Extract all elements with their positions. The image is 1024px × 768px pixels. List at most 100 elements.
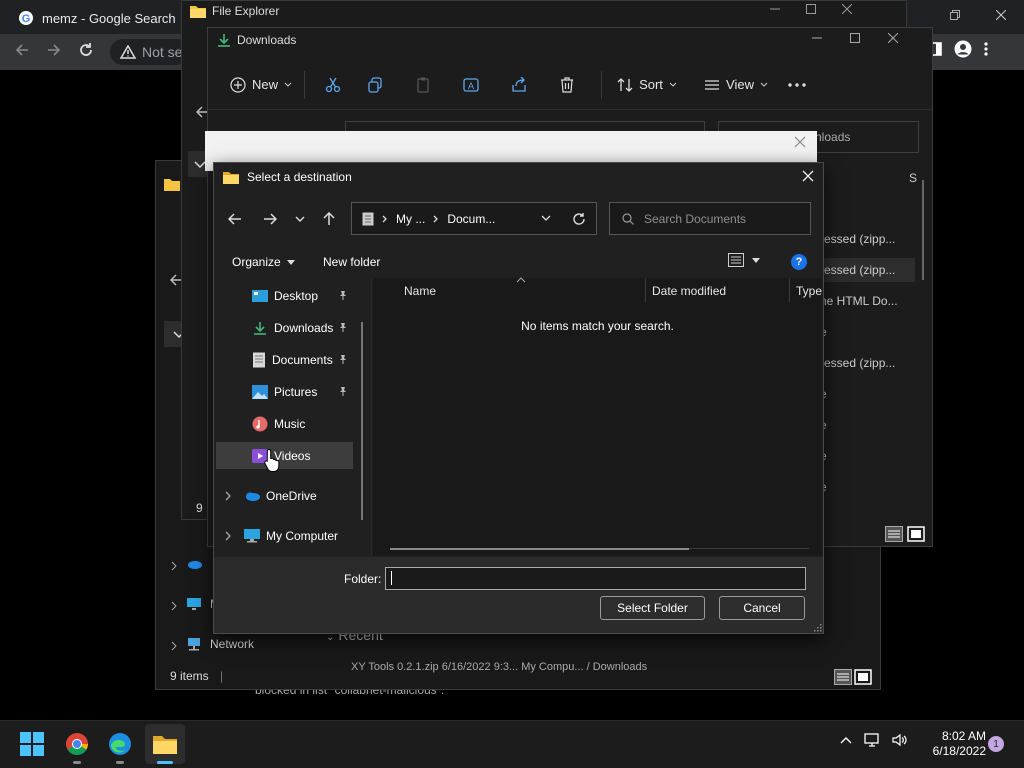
tiles-view-icon[interactable] [854,669,872,685]
column-divider[interactable] [789,278,790,302]
breadcrumb-separator-icon [433,215,439,223]
taskbar-chrome[interactable] [57,724,97,764]
share-icon[interactable] [495,67,543,103]
resize-grip-icon[interactable] [812,622,822,632]
column-divider[interactable] [645,278,646,302]
column-header-name[interactable]: Name [404,284,436,298]
nav-item-downloads[interactable]: Downloads [252,315,362,341]
nav-item-documents[interactable]: Documents [252,347,362,373]
pin-icon[interactable] [338,322,348,332]
plus-circle-icon [230,76,246,93]
chevron-right-icon[interactable] [224,491,232,501]
column-header-type[interactable]: Type [796,284,822,298]
file-row[interactable]: ressed (zipp... [820,356,895,370]
chevron-up-icon[interactable] [840,736,852,744]
column-header-size[interactable]: S [909,171,917,185]
chrome-omnibox[interactable]: Not se [110,39,190,65]
nav-item-music[interactable]: Music [252,411,362,437]
back-arrow-icon[interactable] [14,42,30,58]
scrollbar[interactable] [922,180,924,280]
taskbar-file-explorer[interactable] [145,724,185,764]
restore-icon[interactable] [932,0,978,30]
taskbar-edge[interactable] [100,724,140,764]
file-row[interactable]: ressed (zipp... [820,232,895,246]
refresh-icon[interactable] [572,212,586,226]
copy-icon[interactable] [351,67,399,103]
profile-icon[interactable] [954,40,972,58]
cancel-button[interactable]: Cancel [719,596,805,620]
file-row[interactable]: ne HTML Do... [820,294,898,308]
select-folder-button[interactable]: Select Folder [600,596,705,620]
downloads-window-controls [812,33,898,43]
details-view-icon [728,253,744,267]
volume-icon[interactable] [892,733,908,747]
pin-icon[interactable] [338,290,348,300]
search-documents-input[interactable]: Search Documents [609,202,811,235]
network-icon[interactable] [864,733,880,747]
nav-scrollbar[interactable] [361,322,363,520]
close-icon[interactable] [888,33,898,43]
kebab-menu-icon[interactable] [984,41,988,57]
help-icon[interactable]: ? [791,254,807,270]
forward-arrow-icon[interactable] [258,207,282,231]
chrome-tab[interactable]: G memz - Google Search [8,2,183,34]
notification-badge[interactable]: 1 [988,736,1004,752]
paste-icon[interactable] [399,67,447,103]
nav-item-desktop[interactable]: Desktop [252,283,362,309]
nav-item-onedrive[interactable]: OneDrive [244,483,354,509]
maximize-icon[interactable] [850,33,860,43]
taskbar-clock[interactable]: 8:02 AM 6/18/2022 [920,729,986,759]
delete-icon[interactable] [543,67,591,103]
breadcrumb-segment[interactable]: Docum... [447,212,495,226]
sort-button[interactable]: Sort [612,67,682,103]
start-button[interactable] [12,724,52,764]
back-arrow-icon[interactable] [223,207,247,231]
address-history-chevron-icon[interactable] [541,215,551,223]
horizontal-scrollbar[interactable] [390,548,689,550]
horizontal-scrollbar-track [689,548,809,549]
download-icon [217,33,231,47]
more-options-icon[interactable] [772,67,822,103]
close-icon[interactable] [842,4,852,14]
view-toggle[interactable] [884,524,926,544]
chevron-right-icon[interactable] [170,561,178,571]
sidebar-item-network[interactable]: Network [186,637,254,651]
dialog-address-bar[interactable]: My ... Docum... [351,202,597,235]
breadcrumb-segment[interactable]: My ... [396,212,425,226]
recent-file-row[interactable]: XY Tools 0.2.1.zip 6/16/2022 9:3... My C… [351,661,647,673]
recent-locations-chevron-icon[interactable] [288,207,312,231]
chrome-icon [65,732,89,756]
forward-arrow-icon[interactable] [46,42,62,58]
chevron-right-icon[interactable] [170,601,178,611]
nav-item-pictures[interactable]: Pictures [252,379,362,405]
nav-item-my-computer[interactable]: My Computer [244,523,364,549]
up-arrow-icon[interactable] [317,207,341,231]
tiles-view-icon[interactable] [906,524,926,544]
pin-icon[interactable] [338,386,348,396]
empty-state-message: No items match your search. [521,319,674,333]
new-folder-button[interactable]: New folder [323,255,380,269]
close-icon[interactable] [798,166,818,186]
details-view-icon[interactable] [834,669,852,685]
chevron-right-icon[interactable] [170,641,178,651]
search-placeholder: Search Documents [644,211,747,226]
close-icon[interactable] [978,0,1024,30]
reload-icon[interactable] [78,42,94,58]
folder-input[interactable] [385,567,806,590]
organize-button[interactable]: Organize [232,255,295,269]
minimize-icon[interactable] [812,33,822,43]
close-icon[interactable] [794,136,806,148]
maximize-icon[interactable] [806,4,816,14]
cut-icon[interactable] [315,67,351,103]
file-row[interactable]: ressed (zipp... [820,263,895,277]
new-button[interactable]: New [228,67,294,103]
change-view-button[interactable] [728,253,760,267]
pin-icon[interactable] [338,354,348,364]
view-button[interactable]: View [700,67,772,103]
rename-icon[interactable]: A [447,67,495,103]
view-toggle[interactable] [834,669,872,685]
minimize-icon[interactable] [770,4,780,14]
column-header-date-modified[interactable]: Date modified [652,284,726,298]
chevron-right-icon[interactable] [224,531,232,541]
details-view-icon[interactable] [884,524,904,544]
